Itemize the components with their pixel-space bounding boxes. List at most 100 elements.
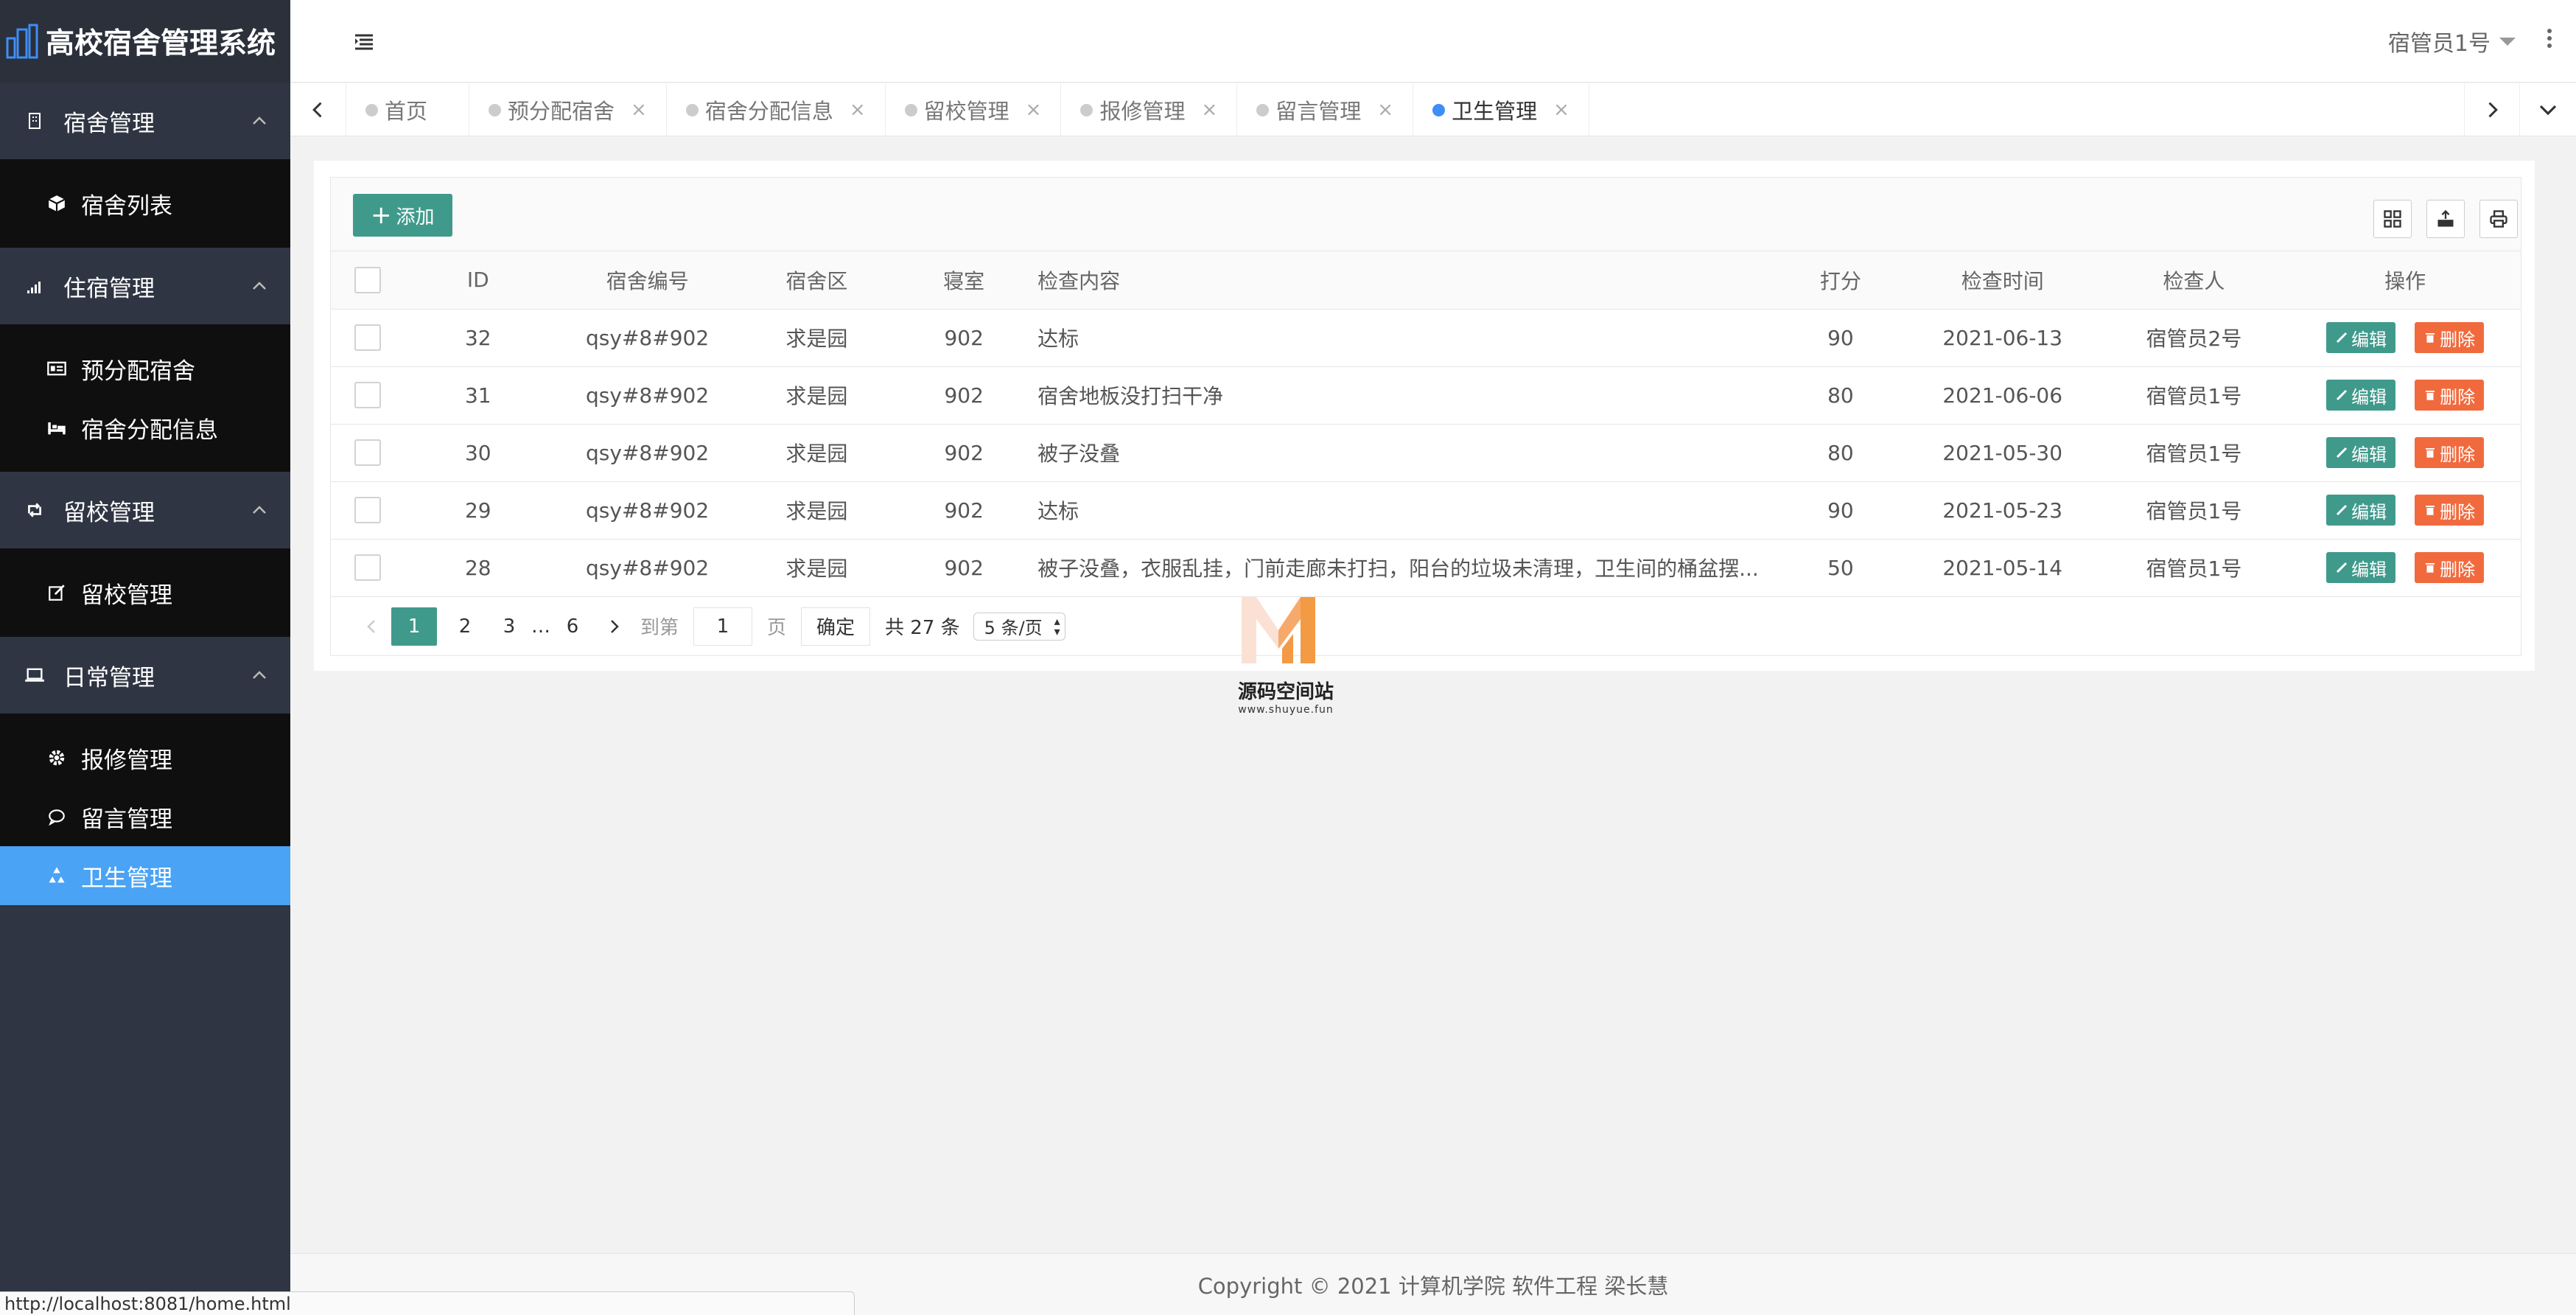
- tab-repair[interactable]: 报修管理 ×: [1061, 83, 1238, 136]
- cell-id: 28: [404, 539, 552, 597]
- watermark-logo-icon: [1242, 597, 1315, 663]
- tab-message[interactable]: 留言管理 ×: [1237, 83, 1414, 136]
- col-content[interactable]: 检查内容: [1037, 251, 1775, 310]
- sidebar: 高校宿舍管理系统 宿舍管理 宿舍列表 住宿管理 预分配宿舍 宿舍分配信息 留校管…: [0, 0, 290, 1315]
- delete-label: 删除: [2440, 444, 2476, 465]
- watermark: 源码空间站 www.shuyue.fun: [1223, 590, 1348, 716]
- nav-head-lodging[interactable]: 住宿管理: [0, 248, 290, 324]
- close-icon[interactable]: ×: [1553, 99, 1569, 121]
- close-icon[interactable]: ×: [631, 99, 647, 121]
- sidebar-item-message[interactable]: 留言管理: [0, 787, 290, 846]
- sidebar-item-dorm-list[interactable]: 宿舍列表: [0, 174, 290, 233]
- nav-group-stay: 留校管理 留校管理: [0, 472, 290, 637]
- trash-icon: [2426, 448, 2435, 458]
- delete-button[interactable]: 删除: [2415, 495, 2485, 526]
- goto-page-input[interactable]: 1: [693, 607, 753, 646]
- col-dorm-no[interactable]: 宿舍编号: [551, 251, 743, 310]
- export-button[interactable]: [2426, 200, 2465, 238]
- page-link[interactable]: 2: [443, 607, 487, 646]
- page-current[interactable]: 1: [391, 607, 437, 646]
- building-logo-icon: [6, 24, 38, 59]
- tab-scroll-left[interactable]: [290, 83, 346, 136]
- nav-head-dorm[interactable]: 宿舍管理: [0, 83, 290, 159]
- next-page-button[interactable]: [595, 607, 633, 646]
- cell-time: 2021-06-06: [1906, 366, 2099, 425]
- add-label: 添加: [396, 206, 435, 229]
- tab-dot: [1432, 104, 1446, 116]
- tab-home[interactable]: 首页: [346, 83, 470, 136]
- edit-button[interactable]: 编辑: [2326, 380, 2396, 411]
- sidebar-item-hygiene[interactable]: 卫生管理: [0, 846, 290, 905]
- row-checkbox[interactable]: [354, 382, 381, 408]
- row-checkbox[interactable]: [354, 324, 381, 351]
- edit-button[interactable]: 编辑: [2326, 322, 2396, 353]
- cell-time: 2021-05-30: [1906, 424, 2099, 482]
- tab-options[interactable]: [2520, 83, 2576, 136]
- delete-button[interactable]: 删除: [2415, 552, 2485, 583]
- col-area[interactable]: 宿舍区: [743, 251, 891, 310]
- tab-hygiene[interactable]: 卫生管理 ×: [1413, 83, 1589, 136]
- edit-icon: [46, 582, 68, 604]
- tab-stay[interactable]: 留校管理 ×: [886, 83, 1062, 136]
- browser-status-bar: http://localhost:8081/home.html: [0, 1291, 855, 1315]
- nav-sub-dorm: 宿舍列表: [0, 159, 290, 248]
- delete-button[interactable]: 删除: [2415, 322, 2485, 353]
- row-checkbox[interactable]: [354, 439, 381, 466]
- tab-dorm-assign[interactable]: 宿舍分配信息 ×: [667, 83, 886, 136]
- nav-head-stay[interactable]: 留校管理: [0, 472, 290, 548]
- columns-filter-button[interactable]: [2373, 200, 2412, 238]
- page-link[interactable]: 3: [487, 607, 531, 646]
- prev-page-button[interactable]: [353, 607, 391, 646]
- tab-pre-assign[interactable]: 预分配宿舍 ×: [469, 83, 667, 136]
- cell-area: 求是园: [743, 309, 891, 367]
- nav-head-daily[interactable]: 日常管理: [0, 637, 290, 714]
- menu-toggle-icon[interactable]: [352, 29, 376, 53]
- nav-head-label: 住宿管理: [63, 275, 155, 302]
- col-score[interactable]: 打分: [1774, 251, 1907, 310]
- goto-confirm-button[interactable]: 确定: [801, 607, 871, 646]
- sidebar-item-pre-assign[interactable]: 预分配宿舍: [0, 339, 290, 398]
- row-checkbox[interactable]: [354, 554, 381, 581]
- delete-button[interactable]: 删除: [2415, 380, 2485, 411]
- hygiene-table: ID 宿舍编号 宿舍区 寝室 检查内容 打分 检查时间 检查人 操作 32 qs…: [331, 251, 2521, 597]
- cell-dorm-no: qsy#8#902: [551, 309, 743, 367]
- cell-content: 被子没叠，衣服乱挂，门前走廊未打扫，阳台的垃圾未清理，卫生间的桶盆摆...: [1037, 539, 1775, 597]
- tab-label: 报修管理: [1099, 99, 1186, 124]
- print-button[interactable]: [2479, 200, 2518, 238]
- page-link-last[interactable]: 6: [550, 607, 595, 646]
- edit-button[interactable]: 编辑: [2326, 552, 2396, 583]
- page-size-value: 5 条/页: [984, 618, 1043, 638]
- close-icon[interactable]: ×: [1201, 99, 1217, 121]
- tab-scroll-right[interactable]: [2464, 83, 2520, 136]
- col-time[interactable]: 检查时间: [1906, 251, 2099, 310]
- tab-bar: 首页 预分配宿舍 × 宿舍分配信息 × 留校管理 × 报修管理 × 留言管理 × 卫生管理…: [290, 83, 2576, 136]
- edit-button[interactable]: 编辑: [2326, 437, 2396, 468]
- sidebar-item-dorm-assign[interactable]: 宿舍分配信息: [0, 398, 290, 457]
- close-icon[interactable]: ×: [850, 99, 866, 121]
- nav-sub-daily: 报修管理 留言管理 卫生管理: [0, 714, 290, 905]
- sidebar-item-stay-manage[interactable]: 留校管理: [0, 563, 290, 622]
- cell-id: 32: [404, 309, 552, 367]
- edit-button[interactable]: 编辑: [2326, 495, 2396, 526]
- sidebar-item-label: 留言管理: [81, 806, 172, 833]
- cell-inspector: 宿管员1号: [2098, 481, 2290, 540]
- laptop-icon: [24, 664, 46, 686]
- more-vertical-icon[interactable]: [2545, 27, 2554, 50]
- table-row: 32 qsy#8#902 求是园 902 达标 90 2021-06-13 宿管…: [331, 309, 2521, 367]
- col-id[interactable]: ID: [404, 251, 552, 310]
- close-icon[interactable]: ×: [1026, 99, 1042, 121]
- page-size-select[interactable]: 5 条/页 ▴ ▾: [973, 612, 1065, 641]
- col-inspector[interactable]: 检查人: [2098, 251, 2290, 310]
- nav-group-lodging: 住宿管理 预分配宿舍 宿舍分配信息: [0, 248, 290, 472]
- add-button[interactable]: + 添加: [353, 194, 452, 237]
- row-checkbox[interactable]: [354, 497, 381, 523]
- sidebar-item-repair[interactable]: 报修管理: [0, 728, 290, 787]
- close-icon[interactable]: ×: [1377, 99, 1393, 121]
- cell-content: 宿舍地板没打扫干净: [1037, 366, 1775, 425]
- sidebar-item-label: 宿舍列表: [81, 192, 172, 220]
- select-all-checkbox[interactable]: [354, 266, 381, 293]
- col-room[interactable]: 寝室: [890, 251, 1038, 310]
- cell-area: 求是园: [743, 481, 891, 540]
- user-menu[interactable]: 宿管员1号: [2388, 25, 2516, 57]
- delete-button[interactable]: 删除: [2415, 437, 2485, 468]
